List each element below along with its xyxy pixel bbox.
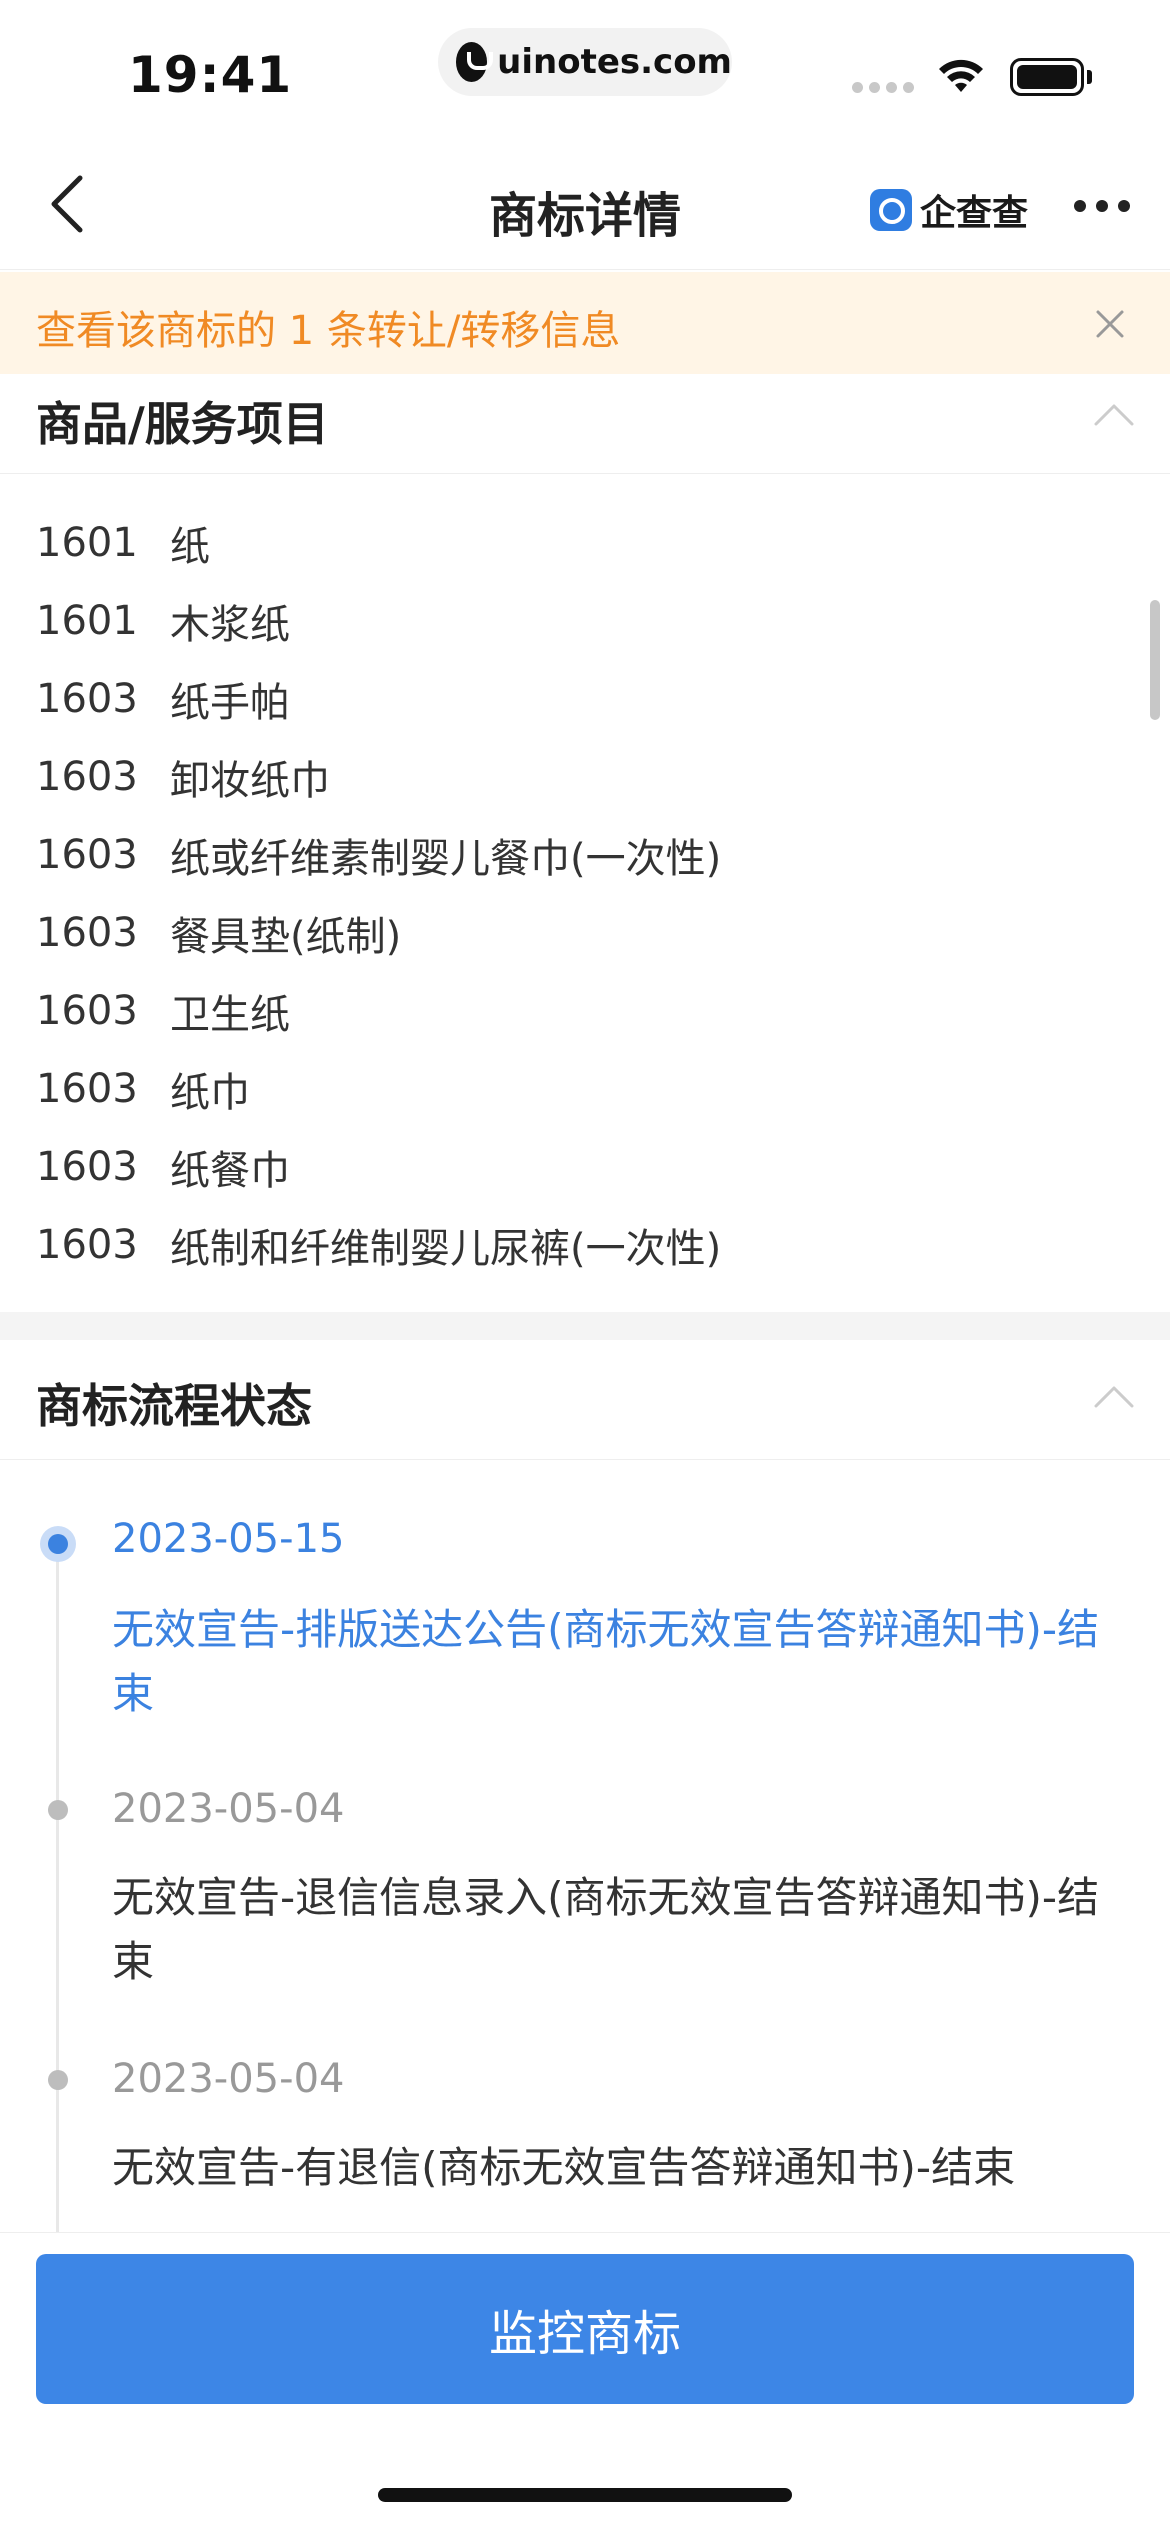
event-date: 2023-05-15 xyxy=(112,1516,345,1562)
goods-name: 纸 xyxy=(170,524,210,570)
wifi-icon xyxy=(939,59,983,92)
goods-code: 1603 xyxy=(36,1222,138,1268)
home-indicator[interactable] xyxy=(378,2488,792,2502)
event-description: 无效宣告-排版送达公告(商标无效宣告答辩通知书)-结束 xyxy=(112,1605,1100,1718)
scrollbar[interactable] xyxy=(1150,600,1160,720)
battery-icon xyxy=(1010,58,1084,96)
timeline-dot-active-icon xyxy=(40,1526,76,1562)
goods-section-header[interactable]: 商品/服务项目 xyxy=(0,374,1170,474)
goods-code: 1603 xyxy=(36,1144,138,1190)
close-icon[interactable] xyxy=(1092,306,1128,342)
nav-bar: 商标详情 企查查 xyxy=(0,140,1170,270)
list-item: 1603 卸妆纸巾 xyxy=(36,738,330,816)
list-item: 1603 纸餐巾 xyxy=(36,1128,290,1206)
cellular-signal-icon xyxy=(852,82,914,93)
goods-code: 1603 xyxy=(36,676,138,722)
goods-name: 卫生纸 xyxy=(170,992,290,1038)
goods-code: 1603 xyxy=(36,754,138,800)
chevron-up-icon[interactable] xyxy=(1092,402,1136,428)
status-bar: 19:41 uinotes.com xyxy=(0,0,1170,140)
status-time: 19:41 xyxy=(128,46,293,104)
goods-name: 纸制和纤维制婴儿尿裤(一次性) xyxy=(170,1226,722,1272)
transfer-info-banner[interactable]: 查看该商标的 1 条转让/转移信息 xyxy=(0,272,1170,374)
goods-name: 纸或纤维素制婴儿餐巾(一次性) xyxy=(170,836,722,882)
timeline-dot-icon xyxy=(48,2070,68,2090)
list-item: 1603 餐具垫(纸制) xyxy=(36,894,401,972)
section-title: 商品/服务项目 xyxy=(36,397,329,451)
event-description: 无效宣告-有退信(商标无效宣告答辩通知书)-结束 xyxy=(112,2143,1016,2192)
chevron-up-icon[interactable] xyxy=(1092,1384,1136,1410)
goods-name: 纸手帕 xyxy=(170,680,290,726)
goods-code: 1603 xyxy=(36,988,138,1034)
brand-name: 企查查 xyxy=(920,193,1029,234)
brand-logo[interactable]: 企查查 xyxy=(870,184,1028,236)
banner-text: 查看该商标的 1 条转让/转移信息 xyxy=(36,308,621,354)
event-description: 无效宣告-退信信息录入(商标无效宣告答辩通知书)-结束 xyxy=(112,1873,1100,1986)
goods-name: 卸妆纸巾 xyxy=(170,758,330,804)
list-item: 1603 纸手帕 xyxy=(36,660,290,738)
event-date: 2023-05-04 xyxy=(112,2056,345,2102)
goods-name: 纸巾 xyxy=(170,1070,250,1116)
section-divider xyxy=(0,1312,1170,1340)
list-item: 1603 卫生纸 xyxy=(36,972,290,1050)
more-options-icon[interactable] xyxy=(1074,200,1130,212)
goods-name: 木浆纸 xyxy=(170,602,290,648)
goods-code: 1603 xyxy=(36,1066,138,1112)
status-section-header[interactable]: 商标流程状态 xyxy=(0,1340,1170,1460)
timeline-line xyxy=(56,1546,59,2232)
qichacha-logo-icon xyxy=(870,189,912,231)
timeline-dot-icon xyxy=(48,1800,68,1820)
list-item: 1603 纸或纤维素制婴儿餐巾(一次性) xyxy=(36,816,721,894)
list-item: 1603 纸巾 xyxy=(36,1050,250,1128)
event-date: 2023-05-04 xyxy=(112,1786,345,1832)
list-item: 1601 木浆纸 xyxy=(36,582,290,660)
list-item: 1601 纸 xyxy=(36,504,210,582)
section-title: 商标流程状态 xyxy=(36,1379,312,1433)
url-pill[interactable]: uinotes.com xyxy=(438,28,732,96)
monitor-trademark-button[interactable]: 监控商标 xyxy=(36,2254,1134,2404)
goods-name: 餐具垫(纸制) xyxy=(170,914,402,960)
list-item: 1603 纸制和纤维制婴儿尿裤(一次性) xyxy=(36,1206,721,1284)
site-logo-icon xyxy=(456,42,494,82)
battery-tip xyxy=(1087,70,1092,84)
goods-code: 1601 xyxy=(36,598,138,644)
goods-name: 纸餐巾 xyxy=(170,1148,290,1194)
goods-code: 1603 xyxy=(36,910,138,956)
goods-code: 1601 xyxy=(36,520,138,566)
goods-code: 1603 xyxy=(36,832,138,878)
url-text: uinotes.com xyxy=(497,42,732,82)
